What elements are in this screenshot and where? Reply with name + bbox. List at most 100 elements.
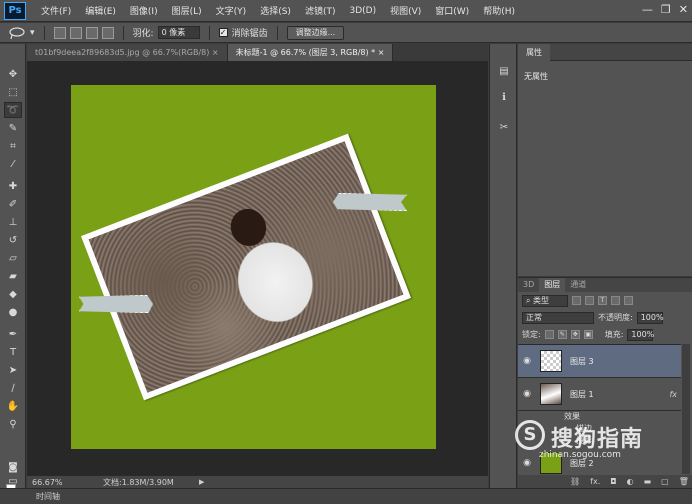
eraser-tool-icon[interactable]: ▱ — [4, 250, 22, 266]
tape-strip-right — [333, 193, 407, 211]
lock-transparent-icon[interactable] — [544, 330, 554, 339]
antialias-label: 消除锯齿 — [231, 29, 268, 39]
filter-type-icon[interactable]: T — [598, 296, 607, 305]
menu-type[interactable]: 文字(Y) — [209, 4, 254, 17]
menu-view[interactable]: 视图(V) — [383, 4, 428, 17]
info-panel-icon[interactable]: ℹ — [495, 88, 513, 106]
hand-tool-icon[interactable]: ✋ — [4, 398, 22, 414]
link-icon[interactable]: ⛓ — [570, 477, 580, 486]
options-bar: ▾ 羽化: 0 像素 ✓ 消除锯齿 调整边缘... — [0, 23, 692, 43]
visibility-eye-icon[interactable]: ◉ — [520, 389, 534, 399]
watermark-url: zhinan.sogou.com — [539, 450, 621, 460]
tab-photo-document[interactable]: t01bf9deea2f89683d5.jpg @ 66.7%(RGB/8) × — [27, 44, 228, 61]
zoom-level[interactable]: 66.67% — [27, 478, 69, 487]
healing-tool-icon[interactable]: ✚ — [4, 178, 22, 194]
menu-layer[interactable]: 图层(L) — [165, 4, 209, 17]
tab-3d[interactable]: 3D — [518, 278, 539, 292]
path-select-tool-icon[interactable]: ➤ — [4, 362, 22, 378]
tab-channels[interactable]: 通道 — [565, 278, 591, 292]
timeline-panel-tab[interactable]: 时间轴 — [0, 488, 692, 504]
menu-help[interactable]: 帮助(H) — [476, 4, 522, 17]
blur-tool-icon[interactable]: ◆ — [4, 286, 22, 302]
lasso-icon[interactable] — [8, 26, 26, 40]
menu-select[interactable]: 选择(S) — [253, 4, 298, 17]
tab-properties[interactable]: 属性 — [518, 44, 550, 61]
layer-name[interactable]: 图层 1 — [570, 389, 594, 400]
lock-position-icon[interactable]: ✥ — [570, 330, 580, 339]
feather-label: 羽化: — [132, 29, 154, 39]
lock-pixels-icon[interactable]: ✎ — [557, 330, 567, 339]
properties-tab-bar: 属性 — [518, 44, 692, 61]
crop-tool-icon[interactable]: ⌗ — [4, 138, 22, 154]
filter-adjust-icon[interactable] — [585, 296, 594, 305]
history-panel-icon[interactable]: ▤ — [495, 62, 513, 80]
shape-tool-icon[interactable]: ∕ — [4, 380, 22, 396]
refine-edge-button[interactable]: 调整边缘... — [286, 25, 345, 40]
add-selection-icon[interactable] — [69, 26, 82, 39]
mask-icon[interactable]: ◘ — [610, 477, 616, 486]
history-brush-tool-icon[interactable]: ↺ — [4, 232, 22, 248]
layer-scrollbar[interactable] — [682, 344, 690, 474]
marquee-tool-icon[interactable]: ⬚ — [4, 84, 22, 100]
fill-input[interactable]: 100% — [627, 328, 654, 341]
visibility-eye-icon[interactable]: ◉ — [520, 458, 534, 468]
minimize-button[interactable]: — — [642, 3, 653, 16]
filter-smart-icon[interactable] — [624, 296, 633, 305]
document-canvas[interactable] — [71, 85, 436, 449]
lock-all-icon[interactable]: ▣ — [583, 330, 593, 339]
intersect-selection-icon[interactable] — [101, 26, 114, 39]
restore-button[interactable]: ❐ — [661, 3, 671, 16]
tool-preset-dropdown-icon[interactable]: ▾ — [30, 28, 35, 38]
new-selection-icon[interactable] — [53, 26, 66, 39]
tool-presets-icon[interactable]: ✂ — [495, 118, 513, 136]
menu-window[interactable]: 窗口(W) — [428, 4, 476, 17]
quick-select-tool-icon[interactable]: ✎ — [4, 120, 22, 136]
eyedropper-tool-icon[interactable]: ⁄ — [4, 156, 22, 172]
blend-row: 正常 不透明度: 100% — [518, 309, 692, 326]
canvas-area[interactable] — [27, 61, 488, 475]
group-icon[interactable]: ▬ — [644, 477, 652, 486]
menu-edit[interactable]: 编辑(E) — [78, 4, 123, 17]
move-tool-icon[interactable]: ✥ — [4, 66, 22, 82]
opacity-input[interactable]: 100% — [636, 311, 664, 324]
filter-pixel-icon[interactable] — [572, 296, 581, 305]
close-button[interactable]: ✕ — [679, 3, 688, 16]
filter-kind-dropdown[interactable]: ⌕ 类型 — [522, 294, 568, 307]
lasso-tool-icon[interactable]: ➰ — [4, 102, 22, 118]
layer-name[interactable]: 图层 3 — [570, 356, 594, 367]
separator — [43, 25, 45, 40]
blend-mode-dropdown[interactable]: 正常 — [522, 311, 594, 324]
separator — [208, 25, 210, 40]
screen-mode-icon[interactable]: ▭ — [4, 473, 22, 489]
new-layer-icon[interactable]: ▢ — [661, 477, 669, 486]
type-tool-icon[interactable]: T — [4, 344, 22, 360]
zoom-tool-icon[interactable]: ⚲ — [4, 416, 22, 432]
fx-icon[interactable]: fx. — [590, 477, 600, 486]
fx-icon[interactable]: fx — [669, 390, 677, 399]
layer-row-layer1[interactable]: ◉ 图层 1 fx — [518, 378, 681, 411]
pen-tool-icon[interactable]: ✒ — [4, 326, 22, 342]
dodge-tool-icon[interactable]: ● — [4, 304, 22, 320]
menu-file[interactable]: 文件(F) — [34, 4, 78, 17]
adjustment-icon[interactable]: ◐ — [627, 477, 634, 486]
tab-close-icon[interactable]: × — [378, 48, 385, 57]
menu-image[interactable]: 图像(I) — [123, 4, 165, 17]
status-menu-arrow-icon[interactable]: ▶ — [199, 478, 204, 486]
lock-label: 锁定: — [522, 330, 541, 339]
tab-close-icon[interactable]: × — [212, 48, 219, 57]
trash-icon[interactable]: 🗑 — [679, 477, 689, 486]
tab-layers[interactable]: 图层 — [539, 278, 566, 292]
menu-filter[interactable]: 滤镜(T) — [298, 4, 343, 17]
menu-3d[interactable]: 3D(D) — [342, 6, 383, 16]
gradient-tool-icon[interactable]: ▰ — [4, 268, 22, 284]
brush-tool-icon[interactable]: ✐ — [4, 196, 22, 212]
feather-input[interactable]: 0 像素 — [157, 26, 200, 39]
subtract-selection-icon[interactable] — [85, 26, 98, 39]
tab-untitled-document[interactable]: 未标题-1 @ 66.7% (图层 3, RGB/8) * × — [227, 44, 394, 61]
document-size: 文档:1.83M/3.90M — [103, 477, 174, 487]
stamp-tool-icon[interactable]: ⊥ — [4, 214, 22, 230]
antialias-checkbox[interactable]: ✓ — [218, 28, 228, 37]
layer-row-layer3[interactable]: ◉ 图层 3 — [518, 345, 681, 378]
filter-shape-icon[interactable] — [611, 296, 620, 305]
visibility-eye-icon[interactable]: ◉ — [520, 356, 534, 366]
